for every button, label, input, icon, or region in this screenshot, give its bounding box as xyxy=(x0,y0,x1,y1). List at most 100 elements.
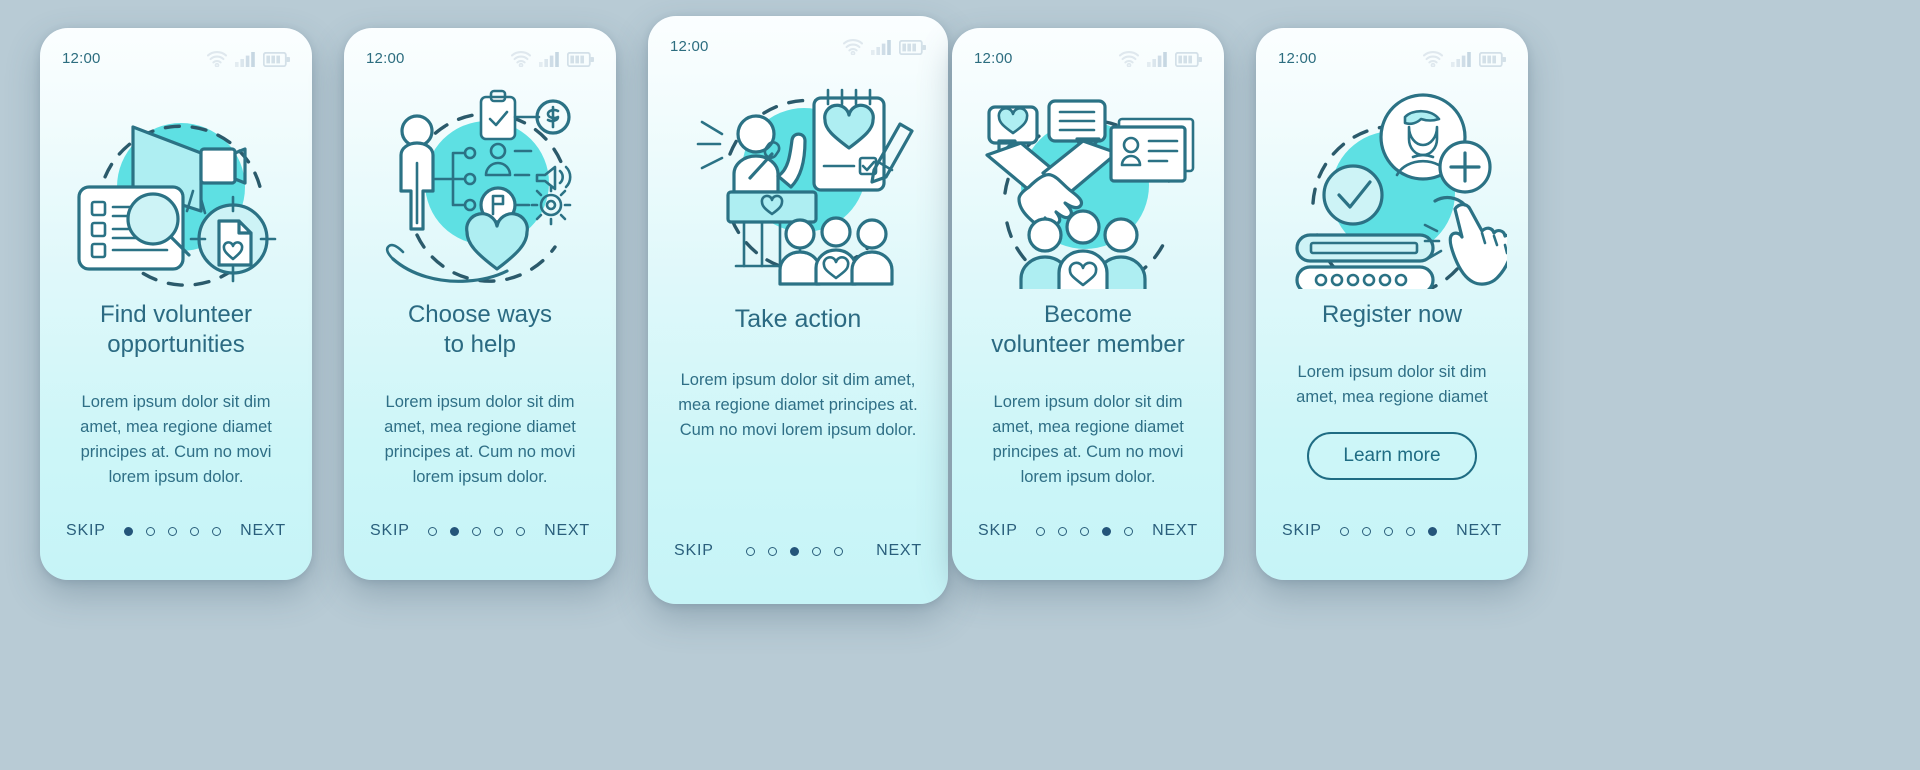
pagination-dot[interactable] xyxy=(1036,526,1046,536)
pagination-dot[interactable] xyxy=(146,526,156,536)
pagination-dot[interactable] xyxy=(768,546,778,556)
page-title: Find volunteer opportunities xyxy=(40,300,312,360)
skip-button[interactable]: SKIP xyxy=(370,522,410,540)
page-title-line: Become xyxy=(1043,301,1133,328)
status-bar-icons xyxy=(510,50,594,67)
pagination-dot[interactable] xyxy=(516,526,526,536)
status-bar-clock: 12:00 xyxy=(62,49,101,67)
pagination-dot[interactable] xyxy=(834,546,844,556)
illustration-add-user-form-hand xyxy=(1256,72,1528,300)
pagination-dots[interactable] xyxy=(1340,526,1438,536)
pagination-dot[interactable] xyxy=(168,526,178,536)
pagination-dots[interactable] xyxy=(124,526,222,536)
signal-icon xyxy=(871,39,891,55)
pagination-dot[interactable] xyxy=(212,526,222,536)
page-description: Lorem ipsum dolor sit dim amet, mea regi… xyxy=(992,393,1184,486)
next-button[interactable]: NEXT xyxy=(1456,522,1502,540)
status-bar: 12:00 xyxy=(40,28,312,72)
status-bar-icons xyxy=(842,38,926,55)
status-bar-clock: 12:00 xyxy=(1278,49,1317,67)
onboarding-card-become-volunteer-member[interactable]: 12:00 Become volunteer member Lorem ipsu… xyxy=(952,28,1224,580)
status-bar-clock: 12:00 xyxy=(366,49,405,67)
skip-button[interactable]: SKIP xyxy=(978,522,1018,540)
next-button[interactable]: NEXT xyxy=(876,542,922,560)
pagination-dot[interactable] xyxy=(1080,526,1090,536)
page-title-line: Take action xyxy=(734,305,862,333)
page-title-line: Register now xyxy=(1321,301,1463,328)
pagination-dot[interactable] xyxy=(450,526,460,536)
battery-icon xyxy=(567,51,594,67)
page-title-line: volunteer member xyxy=(991,331,1185,358)
onboarding-nav: SKIP NEXT xyxy=(344,522,616,580)
onboarding-screens-stage: 12:00 Find volunteer opportunities Lorem… xyxy=(0,0,1920,770)
pagination-dot[interactable] xyxy=(1058,526,1068,536)
status-bar: 12:00 xyxy=(1256,28,1528,72)
page-title: Register now xyxy=(1256,300,1528,330)
megaphone-search-target-icon xyxy=(77,123,277,287)
page-description: Lorem ipsum dolor sit dim amet, mea regi… xyxy=(678,371,918,439)
pagination-dot[interactable] xyxy=(1428,526,1438,536)
page-title: Choose ways to help xyxy=(344,300,616,360)
page-title-line: Find volunteer xyxy=(99,301,253,328)
illustration-speaker-crowd-notebook xyxy=(648,60,948,304)
page-title-line: to help xyxy=(443,331,517,358)
pagination-dot[interactable] xyxy=(812,546,822,556)
pagination-dot[interactable] xyxy=(472,526,482,536)
onboarding-nav: SKIP NEXT xyxy=(952,522,1224,580)
pagination-dot[interactable] xyxy=(1362,526,1372,536)
pagination-dot[interactable] xyxy=(1384,526,1394,536)
skip-button[interactable]: SKIP xyxy=(66,522,106,540)
page-description: Lorem ipsum dolor sit dim amet, mea regi… xyxy=(80,393,272,486)
page-title-line: Choose ways xyxy=(407,301,553,328)
page-description: Lorem ipsum dolor sit dim amet, mea regi… xyxy=(384,393,576,486)
status-bar: 12:00 xyxy=(952,28,1224,72)
page-title: Take action xyxy=(648,304,948,334)
pagination-dots[interactable] xyxy=(1036,526,1134,536)
illustration-person-options-heart xyxy=(344,72,616,300)
learn-more-button[interactable]: Learn more xyxy=(1307,432,1477,480)
pagination-dot[interactable] xyxy=(746,546,756,556)
speaker-crowd-notebook-icon xyxy=(696,88,914,286)
battery-icon xyxy=(899,39,926,55)
status-bar-clock: 12:00 xyxy=(670,37,709,55)
next-button[interactable]: NEXT xyxy=(1152,522,1198,540)
wifi-icon xyxy=(206,50,228,67)
onboarding-card-find-volunteer-opportunities[interactable]: 12:00 Find volunteer opportunities Lorem… xyxy=(40,28,312,580)
signal-icon xyxy=(235,51,255,67)
signal-icon xyxy=(1451,51,1471,67)
pagination-dots[interactable] xyxy=(428,526,526,536)
next-button[interactable]: NEXT xyxy=(240,522,286,540)
status-bar: 12:00 xyxy=(344,28,616,72)
status-bar-icons xyxy=(1118,50,1202,67)
onboarding-card-register-now[interactable]: 12:00 Register now Lorem ipsum dolor sit… xyxy=(1256,28,1528,580)
pagination-dot[interactable] xyxy=(1102,526,1112,536)
illustration-megaphone-search-target xyxy=(40,72,312,300)
page-description: Lorem ipsum dolor sit dim amet, mea regi… xyxy=(1296,363,1488,406)
status-bar-icons xyxy=(1422,50,1506,67)
battery-icon xyxy=(263,51,290,67)
onboarding-card-take-action[interactable]: 12:00 Take action Lorem ipsum dolor sit … xyxy=(648,16,948,604)
pagination-dot[interactable] xyxy=(1124,526,1134,536)
wifi-icon xyxy=(510,50,532,67)
pagination-dot[interactable] xyxy=(1406,526,1416,536)
skip-button[interactable]: SKIP xyxy=(674,542,714,560)
status-bar-icons xyxy=(206,50,290,67)
battery-icon xyxy=(1479,51,1506,67)
pagination-dot[interactable] xyxy=(428,526,438,536)
onboarding-card-choose-ways-to-help[interactable]: 12:00 Choose ways to help Lorem ipsum do… xyxy=(344,28,616,580)
add-user-form-hand-icon xyxy=(1295,93,1507,289)
skip-button[interactable]: SKIP xyxy=(1282,522,1322,540)
pagination-dot[interactable] xyxy=(1340,526,1350,536)
onboarding-nav: SKIP NEXT xyxy=(1256,522,1528,580)
pagination-dots[interactable] xyxy=(746,546,844,556)
onboarding-nav: SKIP NEXT xyxy=(648,542,948,604)
status-bar: 12:00 xyxy=(648,16,948,60)
person-options-heart-icon xyxy=(385,89,572,283)
pagination-dot[interactable] xyxy=(790,546,800,556)
next-button[interactable]: NEXT xyxy=(544,522,590,540)
pagination-dot[interactable] xyxy=(190,526,200,536)
page-title-line: opportunities xyxy=(107,331,245,358)
status-bar-clock: 12:00 xyxy=(974,49,1013,67)
pagination-dot[interactable] xyxy=(124,526,134,536)
pagination-dot[interactable] xyxy=(494,526,504,536)
